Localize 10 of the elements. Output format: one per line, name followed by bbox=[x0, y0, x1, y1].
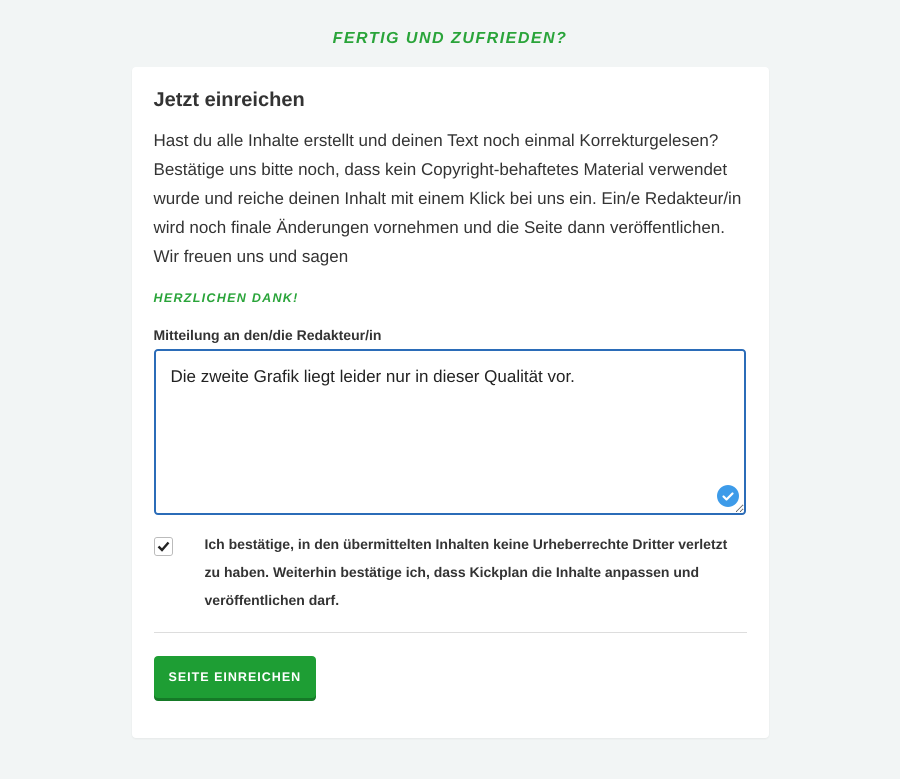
intro-paragraph: Hast du alle Inhalte erstellt und deinen Text noch einmal Korrekturgelesen? Bestätige uns bitte noch, dass kein Copyright-behaftetes Material verwendet wurde und reiche deinen Inhalt mit einem Klick bei uns ein. Ein/e Redakteur/in wird noch finale Änderungen vornehmen und die Seite dann veröffentlichen. Wir freuen uns und sagen bbox=[154, 130, 742, 268]
confirm-text: Ich bestätige, in den übermittelten Inhalten keine Urheberrechte Dritter verletzt zu haben. Weiterhin bestätige ich, dass Kickplan die Inhalte anpassen und veröffentlichen darf. bbox=[204, 535, 728, 610]
page-heading: FERTIG UND ZUFRIEDEN? bbox=[332, 30, 568, 48]
thanks-text: HERZLICHEN DANK! bbox=[154, 291, 300, 305]
confirm-checkbox[interactable] bbox=[154, 537, 172, 556]
field-label: Mitteilung an den/die Redakteur/in bbox=[154, 327, 382, 343]
submit-button[interactable]: SEITE EINREICHEN bbox=[154, 656, 316, 698]
message-field[interactable]: Die zweite Grafik liegt leider nur in dieser Qualität vor. bbox=[154, 349, 746, 515]
check-icon bbox=[156, 541, 170, 552]
card-title: Jetzt einreichen bbox=[154, 89, 306, 112]
